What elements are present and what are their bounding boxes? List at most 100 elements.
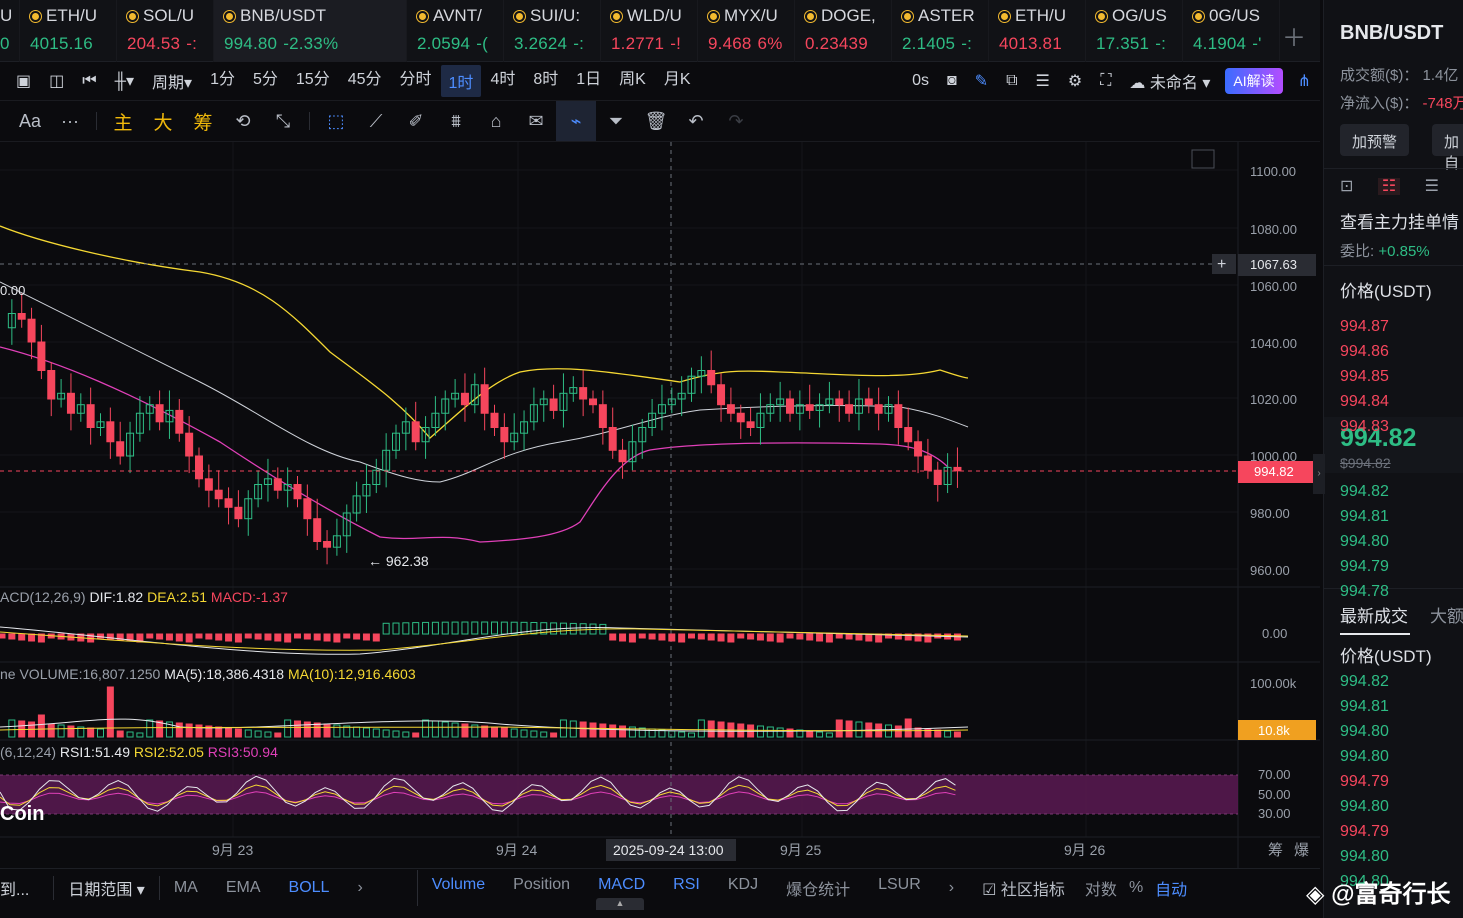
symbol-tab[interactable]: U0 (0, 0, 20, 62)
interval-0[interactable]: 1分 (201, 65, 244, 97)
goto-button[interactable]: 到... (0, 876, 43, 900)
popout-icon[interactable]: ⧉ (997, 72, 1026, 90)
sub-ind-4[interactable]: KDJ (714, 876, 772, 900)
volume-bar (500, 727, 508, 738)
symbol-tab[interactable]: ETH/U 4013.81 (989, 0, 1086, 62)
main-ind-ema[interactable]: EMA (212, 879, 275, 897)
candle-body (707, 370, 716, 386)
main-orders-link[interactable]: 查看主力挂单情 (1340, 208, 1459, 233)
svg-text:+: + (1217, 256, 1226, 273)
pen-icon[interactable]: ✎ (966, 71, 997, 91)
community-indicators[interactable]: ☑ 社区指标 (968, 876, 1079, 900)
add-watch-button[interactable]: 加自 (1432, 124, 1463, 172)
main-ind-boll[interactable]: BOLL (275, 879, 344, 897)
symbol-tab[interactable]: WLD/U 1.2771 -! (601, 0, 698, 62)
main-force-button[interactable]: 主 (103, 108, 143, 135)
chip-button[interactable]: 筹 (183, 108, 223, 135)
more-button[interactable]: ··· (50, 111, 90, 132)
symbol-tab[interactable]: ASTER 2.1405 -: (892, 0, 989, 62)
rewind-icon[interactable]: ⏮ (73, 72, 105, 90)
percent-toggle[interactable]: % (1123, 879, 1149, 897)
symbol-tab[interactable]: ETH/U 4015.16 (20, 0, 117, 62)
period-dropdown[interactable]: 周期▾ (143, 69, 201, 93)
interval-5[interactable]: 1时 (440, 65, 482, 97)
chip-corner-icon[interactable]: 筹 (1268, 842, 1283, 859)
interval-8[interactable]: 1日 (567, 65, 610, 97)
trash-icon[interactable]: 🗑 (636, 111, 676, 132)
symbol-tab[interactable]: OG/US 17.351 -: (1086, 0, 1183, 62)
calendar-icon[interactable]: ▣ (0, 71, 40, 91)
layout-icon[interactable]: ◫ (40, 71, 73, 91)
note-icon[interactable]: ✉ (516, 111, 556, 132)
symbol-tab[interactable]: AVNT/2.0594 -( (407, 0, 504, 62)
sub-ind-next-icon[interactable]: › (935, 879, 968, 897)
add-alert-button[interactable]: 加预警 (1340, 124, 1410, 156)
share-icon[interactable]: ⋔ (1289, 71, 1320, 91)
sub-ind-5[interactable]: 爆仓统计 (772, 876, 864, 900)
liquidation-corner-icon[interactable]: 爆 (1294, 842, 1309, 859)
macd-bar (225, 633, 233, 642)
trades-tab[interactable]: 最新成交 (1340, 602, 1408, 627)
volume-bar (136, 732, 144, 738)
tab-price: 2.1405 -: (902, 34, 988, 54)
sub-ind-6[interactable]: LSUR (864, 876, 935, 900)
auto-toggle[interactable]: 自动 (1149, 876, 1193, 900)
list-icon[interactable]: ☰ (1027, 71, 1059, 91)
symbol-tab[interactable]: MYX/U 9.468 6% (698, 0, 795, 62)
undo-icon[interactable]: ↶ (676, 111, 716, 132)
orderbook-split-icon[interactable]: ☷ (1377, 178, 1401, 195)
interval-9[interactable]: 周K (610, 65, 655, 97)
measure-icon[interactable]: ⤡ (263, 111, 303, 132)
volume-bar (904, 718, 912, 738)
symbol-tab[interactable]: SUI/U: 3.2624 -: (504, 0, 601, 62)
side-collapse-icon[interactable]: › (1313, 454, 1325, 494)
orderbook-both-icon[interactable]: ⊡ (1340, 178, 1353, 195)
redo-icon[interactable]: ↷ (716, 111, 756, 132)
filter-icon[interactable]: ⏷ (596, 111, 636, 132)
replay-icon[interactable]: ⟲ (223, 111, 263, 132)
symbol-tab[interactable]: SOL/U 204.53 -: (117, 0, 214, 62)
interval-7[interactable]: 8时 (524, 65, 567, 97)
boll-mid-line (0, 281, 969, 483)
interval-3[interactable]: 45分 (339, 65, 391, 97)
symbol-tab[interactable]: DOGE, 0.23439 (795, 0, 892, 62)
interval-2[interactable]: 15分 (287, 65, 339, 97)
symbol-tab[interactable]: BNB/USDT 994.80 -2.33% (214, 0, 407, 62)
add-tab-icon[interactable]: ＋ (1282, 18, 1306, 53)
select-tool-icon[interactable]: ⬚ (316, 111, 356, 132)
brush-icon[interactable]: ✐ (396, 111, 436, 132)
sub-ind-2[interactable]: MACD (584, 876, 659, 900)
volume-bar (510, 728, 518, 738)
candle-type-icon[interactable]: ╫▾ (106, 71, 143, 91)
chart-expand-icon[interactable] (1191, 149, 1215, 169)
pattern-icon[interactable]: ⩩ (436, 111, 476, 132)
price-chart[interactable]: 1100.001080.001060.001040.001020.001000.… (0, 142, 1320, 868)
collapse-handle[interactable]: ▲ (596, 898, 644, 910)
large-trades-tab[interactable]: 大额 (1430, 602, 1463, 627)
symbol-tab[interactable]: 0G/US 4.1904 -' (1183, 0, 1280, 62)
fullscreen-icon[interactable]: ⛶ (1091, 72, 1120, 90)
settings-icon[interactable]: ⚙ (1059, 71, 1091, 91)
ai-button[interactable]: AI解读 (1225, 68, 1283, 94)
main-ind-ma[interactable]: MA (160, 879, 212, 897)
date-range-dropdown[interactable]: 日期范围 ▾ (53, 875, 160, 900)
cloud-layout-dropdown[interactable]: ☁ 未命名 ▾ (1120, 69, 1219, 93)
interval-10[interactable]: 月K (655, 65, 700, 97)
magnet-icon[interactable]: ⌁ (556, 101, 596, 141)
sub-ind-0[interactable]: Volume (418, 876, 499, 900)
volume-bar (845, 720, 853, 738)
sub-ind-3[interactable]: RSI (659, 876, 714, 900)
log-toggle[interactable]: 对数 (1079, 876, 1123, 900)
font-button[interactable]: Aa (10, 111, 50, 132)
main-ind-next-icon[interactable]: › (343, 879, 376, 897)
camera-icon[interactable]: ◙ (938, 72, 966, 90)
interval-4[interactable]: 分时 (391, 65, 441, 97)
orderbook-list-icon[interactable]: ☰ (1425, 178, 1439, 195)
large-order-button[interactable]: 大 (143, 108, 183, 135)
interval-1[interactable]: 5分 (244, 65, 287, 97)
lock-icon[interactable]: ⌂ (476, 111, 516, 132)
interval-6[interactable]: 4时 (481, 65, 524, 97)
sub-ind-1[interactable]: Position (499, 876, 584, 900)
ruler-icon[interactable]: ⟋ (356, 111, 396, 132)
price-tick: 1080.00 (1250, 222, 1297, 237)
